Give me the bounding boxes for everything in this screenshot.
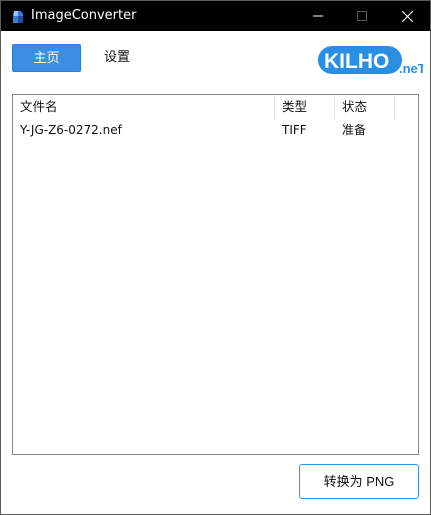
title-bar[interactable]: ImageConverter (1, 1, 430, 31)
tab-settings[interactable]: 设置 (89, 44, 145, 72)
column-header-type[interactable]: 类型 (275, 95, 335, 119)
file-row[interactable]: Y-JG-Z6-0272.nef TIFF 准备 (13, 119, 418, 141)
close-button[interactable] (385, 1, 429, 31)
app-icon (11, 9, 25, 23)
file-list[interactable]: 文件名 类型 状态 Y-JG-Z6-0272.nef TIFF 准备 (12, 94, 419, 455)
svg-text:.neT: .neT (399, 61, 423, 76)
minimize-button[interactable] (296, 1, 340, 31)
file-type-cell: TIFF (282, 123, 307, 137)
column-header-status[interactable]: 状态 (335, 95, 395, 119)
kilho-logo: KILHO .neT (317, 41, 426, 79)
maximize-icon (357, 11, 367, 21)
minimize-icon (313, 15, 323, 17)
window-title: ImageConverter (31, 8, 137, 23)
tab-home[interactable]: 主页 (12, 44, 81, 72)
file-name-cell: Y-JG-Z6-0272.nef (20, 123, 122, 137)
close-icon (402, 11, 413, 22)
app-window: ImageConverter 主页 设置 KILHO .neT 文件名 类型 状… (0, 0, 431, 515)
svg-text:KILHO: KILHO (324, 50, 389, 73)
convert-to-png-button[interactable]: 转换为 PNG (299, 464, 419, 499)
column-header-name[interactable]: 文件名 (13, 95, 275, 119)
file-status-cell: 准备 (342, 123, 367, 137)
maximize-button (340, 1, 384, 31)
